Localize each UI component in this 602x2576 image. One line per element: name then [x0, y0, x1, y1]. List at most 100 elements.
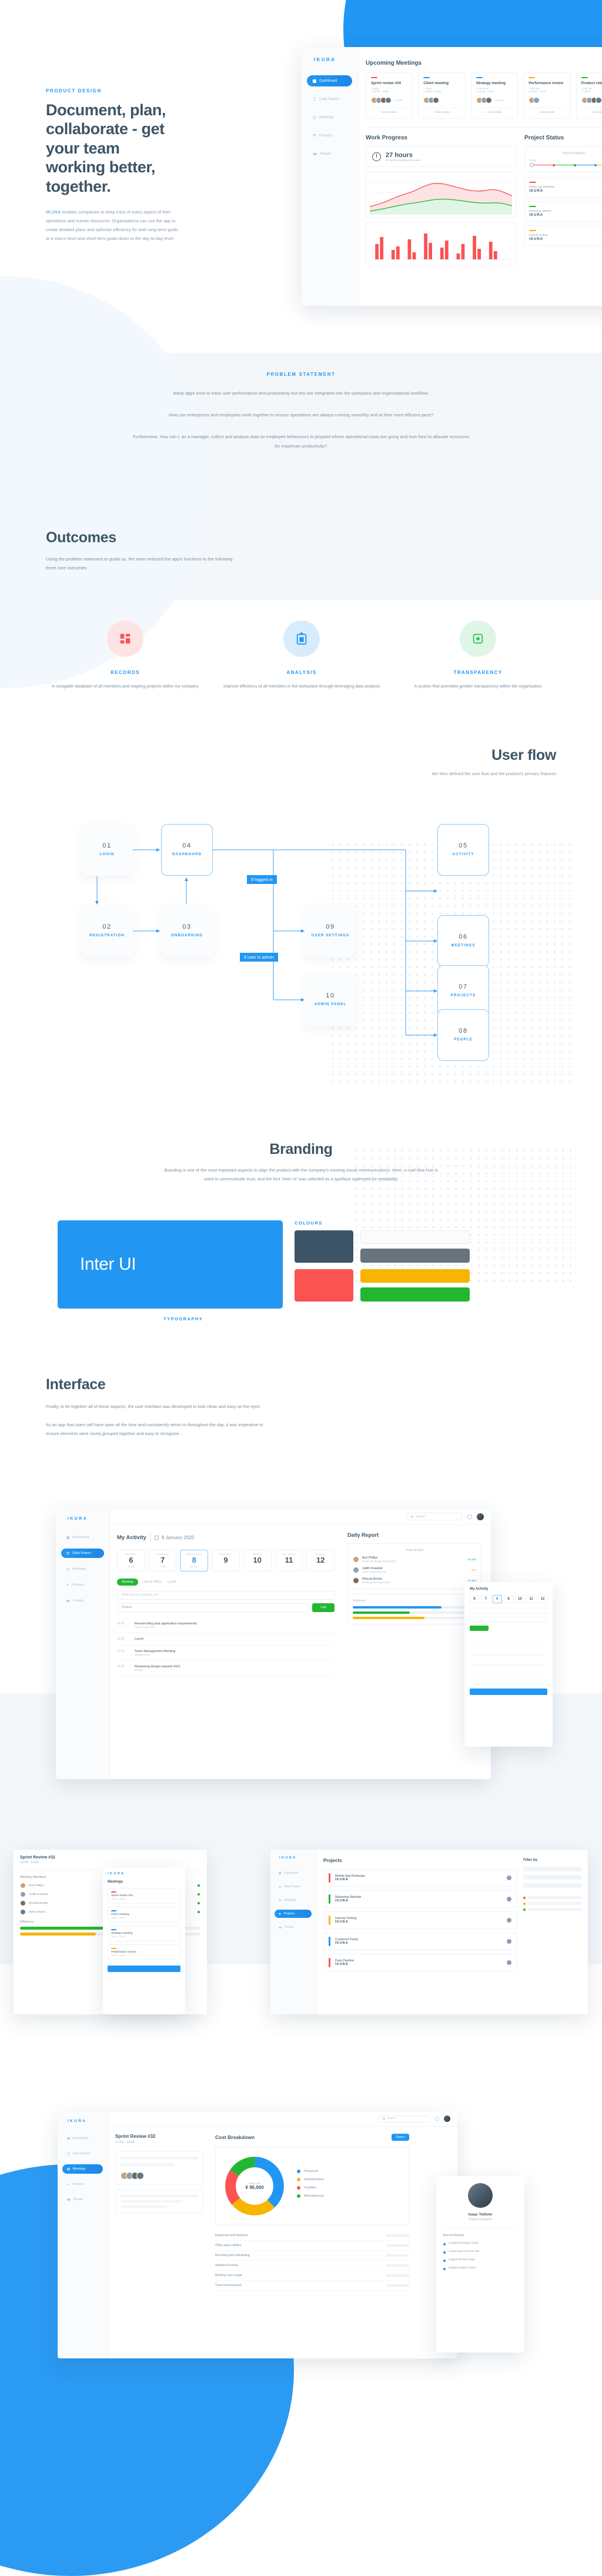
overlay-day-card[interactable]: 6 [470, 1595, 480, 1603]
meeting-card[interactable]: Product release▫ 13th Jan◷ 12:00+4 moreV… [576, 72, 602, 119]
log-button[interactable]: Log [312, 1603, 335, 1612]
activity-input[interactable]: What are you working on? [117, 1590, 335, 1600]
swatch-offwhite [360, 1230, 470, 1244]
projects-title: Projects [323, 1858, 342, 1863]
sidebar-item-meetings[interactable]: Meetings [275, 1896, 312, 1904]
overlay-day-card[interactable]: 12 [537, 1595, 547, 1603]
sidebar-item-dashboard[interactable]: Dashboard [307, 75, 352, 86]
daily-report-window[interactable]: IKURA Dashboard Daily Report Meetings Pr… [56, 1509, 491, 1779]
sidebar-item-people[interactable]: People [275, 1923, 312, 1931]
sidebar-item-dashboard[interactable]: Dashboard [62, 2134, 103, 2143]
flow-node-activity[interactable]: 05 ACTIVITY [437, 824, 489, 876]
sidebar-item-projects[interactable]: Projects [61, 1580, 104, 1590]
project-list-row[interactable]: Mobile App Redesign IKURA [323, 1869, 517, 1887]
project-list-row[interactable]: Marketing Website IKURA [323, 1890, 517, 1908]
project-list-row[interactable]: Internal Tooling IKURA [323, 1911, 517, 1929]
activity-entry[interactable]: 09:00 Researching past application requir… [117, 1618, 335, 1633]
sidebar-item-dashboard[interactable]: Dashboard [61, 1533, 104, 1542]
overlay-day-strip[interactable]: 6 7 8 9 10 11 12 [470, 1595, 547, 1603]
view-details-link[interactable]: View details [529, 108, 566, 114]
mini-meeting-card[interactable]: Sprint review #34 14:00 - 15:00 [108, 1888, 180, 1904]
day-card[interactable]: SATURDAY 11 [275, 1550, 303, 1571]
day-card[interactable]: SUNDAY 12 [306, 1550, 335, 1571]
meeting-card[interactable]: Client meeting ▫ Today ◷ 18:00 - 19:00 View… [418, 72, 466, 119]
grid-icon [107, 620, 143, 657]
project-select[interactable]: Project [117, 1603, 309, 1612]
meeting-card[interactable]: Sprint review #34 ▫ Today ◷ 14:00 - 15:00 +… [366, 72, 413, 119]
status-chip-lunch[interactable]: Lunch [168, 1580, 176, 1584]
sidebar-item-meetings[interactable]: Meetings [307, 112, 352, 123]
day-card[interactable]: TUESDAY 7 7h 58m [148, 1550, 177, 1571]
sidebar-item-people[interactable]: People [61, 1596, 104, 1606]
project-row[interactable]: Internal Tooling IKURA [524, 225, 602, 246]
activity-entry[interactable]: 12:30 Team Management Meeting Management [117, 1646, 335, 1661]
day-card[interactable]: MONDAY 6 8h 15m [117, 1550, 145, 1571]
daily-report-overlay-card[interactable]: My Activity 6 7 8 9 10 11 12 [464, 1582, 553, 1747]
status-chip-working[interactable]: Working [117, 1578, 138, 1586]
sidebar-item-projects[interactable]: Projects [62, 2180, 103, 2189]
day-card[interactable]: THURSDAY 9 [212, 1550, 240, 1571]
overlay-day-card[interactable]: 9 [503, 1595, 514, 1603]
activity-entry[interactable]: 11:30 Lunch [117, 1633, 335, 1646]
sidebar-item-meetings[interactable]: Meetings [62, 2164, 103, 2174]
bell-icon[interactable] [435, 2117, 439, 2121]
flow-node-user-settings[interactable]: 09 USER SETTINGS [305, 905, 356, 957]
flow-node-registration[interactable]: 02 REGISTRATION [81, 905, 133, 957]
flow-node-people[interactable]: 08 PEOPLE [437, 1009, 489, 1061]
flow-node-meetings[interactable]: 06 MEETINGS [437, 915, 489, 967]
sidebar-item-daily-report[interactable]: Daily Report [62, 2149, 103, 2158]
overlay-day-card[interactable]: 7 [481, 1595, 491, 1603]
sidebar-item-projects[interactable]: Projects [307, 130, 352, 141]
search-placeholder-text: Search [387, 2117, 396, 2120]
project-list-row[interactable]: Customer Portal IKURA [323, 1933, 517, 1950]
project-row[interactable]: Marketing Website IKURA [524, 201, 602, 222]
overlay-day-card[interactable]: 8 [492, 1595, 502, 1603]
dashboard-mockup-window[interactable]: IKURA Dashboard Daily Report Meetings Pr… [301, 47, 602, 306]
view-details-link[interactable]: View details [371, 108, 408, 114]
avatar [353, 1567, 359, 1573]
day-selector[interactable]: MONDAY 6 8h 15m TUESDAY 7 7h 58m WEDNESDAY 8 6h … [117, 1550, 335, 1571]
bell-icon[interactable] [467, 1514, 472, 1519]
search-input[interactable]: Search [406, 1513, 463, 1520]
project-list-row[interactable]: Data Pipeline IKURA [323, 1954, 517, 1971]
overlay-day-card[interactable]: 10 [515, 1595, 525, 1603]
profile-window[interactable]: Isaac Tolliver Product Designer Recent A… [436, 2176, 524, 2353]
mini-meeting-card[interactable]: Performance review 15:00 - 16:00 [108, 1944, 180, 1960]
sidebar-item-dashboard[interactable]: Dashboard [275, 1869, 312, 1877]
mini-meeting-card[interactable]: Strategy meeting 10:00 - 12:00 [108, 1926, 180, 1941]
sidebar-item-daily-report[interactable]: Daily Report [61, 1549, 104, 1558]
sidebar-item-people[interactable]: People [307, 148, 352, 159]
meetings-mobile-window[interactable]: IKURA Meetings Sprint review #34 14:00 - … [103, 1867, 185, 2014]
avatar[interactable] [444, 2115, 450, 2122]
projects-window[interactable]: IKURA Dashboard Daily Report Meetings Pr… [270, 1850, 588, 2014]
avatar[interactable] [477, 1513, 484, 1520]
view-details-link[interactable]: View details [581, 108, 602, 114]
cost-row: Recruiting and onboarding [215, 2251, 409, 2261]
sidebar-item-daily-report[interactable]: Daily Report [307, 94, 352, 105]
activity-entry[interactable]: 15:00 Reviewing design request #421 Design [117, 1661, 335, 1676]
app-brand: IKURA [68, 2119, 87, 2123]
sidebar-item-meetings[interactable]: Meetings [61, 1564, 104, 1574]
flow-node-dashboard[interactable]: 04 DASHBOARD [161, 824, 213, 876]
search-input[interactable]: Search [379, 2115, 430, 2123]
flow-node-login[interactable]: 01 LOGIN [81, 824, 133, 876]
legend-label: Miscellaneous [304, 2194, 325, 2198]
meeting-card[interactable]: Strategy meeting ▫ Tomorrow ◷ 10:00 - 12:0… [470, 72, 519, 119]
project-row[interactable]: Mobile App Redesign IKURA [524, 177, 602, 198]
outcome-title: TRANSPARENCY [453, 670, 503, 675]
sidebar-item-projects[interactable]: Projects [275, 1910, 312, 1918]
day-card[interactable]: FRIDAY 10 [243, 1550, 272, 1571]
sidebar-item-daily-report[interactable]: Daily Report [275, 1883, 312, 1891]
flow-node-onboarding[interactable]: 03 ONBOARDING [161, 905, 213, 957]
status-chip-out-of-office[interactable]: Out of Office [144, 1580, 162, 1584]
sidebar-item-people[interactable]: People [62, 2195, 103, 2204]
cost-breakdown-window[interactable]: IKURA Dashboard Daily Report Meetings Pr… [58, 2111, 457, 2358]
day-card[interactable]: WEDNESDAY 8 6h 45m [180, 1550, 209, 1571]
view-details-link[interactable]: View details [476, 108, 513, 114]
mini-meeting-card[interactable]: Client meeting 18:00 - 19:00 [108, 1907, 180, 1923]
view-details-link[interactable]: View details [423, 108, 460, 114]
export-button[interactable]: Export [391, 2134, 409, 2141]
meeting-card[interactable]: Performance review ▫ 12th Jan ◷ 15:00 - 16… [523, 72, 571, 119]
overlay-day-card[interactable]: 11 [526, 1595, 536, 1603]
flow-node-admin-panel[interactable]: 10 ADMIN PANEL [305, 974, 356, 1026]
